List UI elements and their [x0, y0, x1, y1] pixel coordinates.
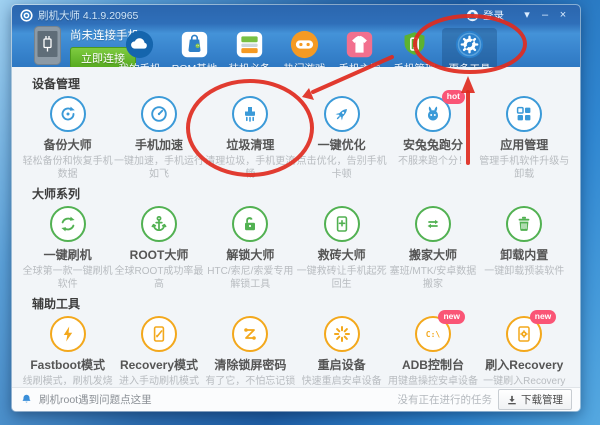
trash-icon	[506, 206, 542, 242]
games-gamepad-icon	[290, 30, 319, 59]
window-title: 刷机大师 4.1.9.20965	[38, 8, 138, 23]
section-title-master: 大师系列	[32, 185, 570, 202]
feature-junk-clean[interactable]: 垃圾清理 清理垃圾，手机更流畅	[205, 96, 296, 181]
feature-name: 刷入Recovery	[485, 356, 563, 373]
feature-desc: 清理垃圾，手机更流畅	[205, 155, 296, 181]
feature-one-key-flash[interactable]: 一键刷机 全球第一款一键刷机软件	[22, 206, 113, 291]
feature-desc: 一键卸载预装软件	[484, 265, 564, 278]
feature-desc: 一键救砖让手机起死回生	[296, 265, 387, 291]
feature-name: Recovery模式	[120, 356, 198, 373]
login-button[interactable]: 登录	[466, 8, 504, 23]
feature-desc: 不服来跑个分！	[398, 155, 468, 168]
manage-shield-icon	[400, 30, 429, 59]
feature-name: ROOT大师	[130, 246, 189, 263]
my-phone-cloud-icon	[125, 30, 154, 59]
help-link[interactable]: 刷机root遇到问题点这里	[39, 392, 152, 407]
feature-app-manage[interactable]: 应用管理 管理手机软件升级与卸载	[479, 96, 570, 181]
section-title-device: 设备管理	[32, 75, 570, 92]
feature-name: Fastboot模式	[30, 356, 105, 373]
task-status-text: 没有正在进行的任务	[398, 392, 493, 407]
feature-desc: 管理手机软件升级与卸载	[479, 155, 570, 181]
essentials-layers-icon	[235, 30, 264, 59]
titlebar: 刷机大师 4.1.9.20965 登录 ▾ – ×	[12, 5, 580, 25]
backup-icon	[50, 96, 86, 132]
feature-name: 重启设备	[318, 356, 366, 373]
svg-text:C:\: C:\	[426, 330, 441, 339]
new-badge: new	[438, 310, 465, 324]
section-master-row: 一键刷机 全球第一款一键刷机软件 ROOT大师 全球ROOT成功率最高 解锁大师…	[22, 206, 570, 291]
feature-one-key-optimize[interactable]: 一键优化 点击优化，告别手机卡顿	[296, 96, 387, 181]
feature-name: 解锁大师	[226, 246, 274, 263]
feature-name: 应用管理	[500, 136, 548, 153]
sync-arrows-icon	[50, 206, 86, 242]
minimize-button[interactable]: –	[536, 8, 554, 22]
rom-base-bag-icon	[180, 30, 209, 59]
themes-tshirt-icon	[345, 30, 374, 59]
download-icon	[507, 395, 517, 405]
feature-desc: 塞班/MTK/安卓数据搬家	[387, 265, 478, 291]
feature-name: 清除锁屏密码	[214, 356, 286, 373]
feature-unlock-master[interactable]: 解锁大师 HTC/索尼/索爱专用解锁工具	[205, 206, 296, 291]
feature-name: 救砖大师	[318, 246, 366, 263]
feature-name: 一键优化	[318, 136, 366, 153]
menu-icon[interactable]: ▾	[518, 8, 536, 22]
feature-desc: 轻松备份和恢复手机数据	[22, 155, 113, 181]
section-title-tools: 辅助工具	[32, 295, 570, 312]
lightning-icon	[50, 316, 86, 352]
anchor-icon	[141, 206, 177, 242]
app-logo-icon	[20, 9, 33, 22]
app-grid-icon	[506, 96, 542, 132]
feature-antutu-benchmark[interactable]: hot 安兔兔跑分 不服来跑个分！	[387, 96, 478, 181]
feature-brick-rescue[interactable]: 救砖大师 一键救砖让手机起死回生	[296, 206, 387, 291]
brush-icon	[232, 96, 268, 132]
feature-desc: 一键加速，手机运行如飞	[113, 155, 204, 181]
feature-name: 搬家大师	[409, 246, 457, 263]
phone-usb-icon	[34, 26, 61, 65]
feature-name: 垃圾清理	[226, 136, 274, 153]
download-label: 下载管理	[521, 392, 563, 407]
feature-name: 卸载内置	[500, 246, 548, 263]
app-window: 刷机大师 4.1.9.20965 登录 ▾ – × 尚未连接手机	[12, 5, 580, 411]
feature-name: 安兔兔跑分	[403, 136, 463, 153]
feature-data-move[interactable]: 搬家大师 塞班/MTK/安卓数据搬家	[387, 206, 478, 291]
feature-desc: HTC/索尼/索爱专用解锁工具	[205, 265, 296, 291]
pattern-z-icon	[232, 316, 268, 352]
phone-pencil-icon	[141, 316, 177, 352]
section-device-row: 备份大师 轻松备份和恢复手机数据 手机加速 一键加速，手机运行如飞 垃圾清理 清…	[22, 96, 570, 181]
new-badge: new	[530, 310, 557, 324]
feature-root-master[interactable]: ROOT大师 全球ROOT成功率最高	[113, 206, 204, 291]
feature-desc: 全球ROOT成功率最高	[113, 265, 204, 291]
download-manager-button[interactable]: 下载管理	[498, 389, 572, 410]
more-tools-gear-icon	[455, 30, 484, 59]
feature-phone-boost[interactable]: 手机加速 一键加速，手机运行如飞	[113, 96, 204, 181]
swap-arrows-icon	[415, 206, 451, 242]
speedometer-icon	[141, 96, 177, 132]
feature-backup-master[interactable]: 备份大师 轻松备份和恢复手机数据	[22, 96, 113, 181]
main-content: 设备管理 备份大师 轻松备份和恢复手机数据 手机加速 一键加速，手机运行如飞	[12, 67, 580, 387]
hot-badge: hot	[442, 90, 465, 104]
phone-plus-icon	[324, 206, 360, 242]
feature-uninstall-preinstalled[interactable]: 卸载内置 一键卸载预装软件	[479, 206, 570, 291]
feature-desc: 全球第一款一键刷机软件	[22, 265, 113, 291]
spinner-icon	[324, 316, 360, 352]
bell-icon	[20, 393, 33, 406]
close-button[interactable]: ×	[554, 8, 572, 22]
feature-desc: 点击优化，告别手机卡顿	[296, 155, 387, 181]
rocket-icon	[324, 96, 360, 132]
feature-name: ADB控制台	[402, 356, 464, 373]
avatar-icon	[466, 9, 479, 22]
status-bar: 刷机root遇到问题点这里 没有正在进行的任务 下载管理	[12, 387, 580, 411]
app-header: 刷机大师 4.1.9.20965 登录 ▾ – × 尚未连接手机	[12, 5, 580, 67]
login-label: 登录	[483, 8, 504, 23]
feature-name: 手机加速	[135, 136, 183, 153]
feature-name: 一键刷机	[44, 246, 92, 263]
open-lock-icon	[232, 206, 268, 242]
feature-name: 备份大师	[44, 136, 92, 153]
